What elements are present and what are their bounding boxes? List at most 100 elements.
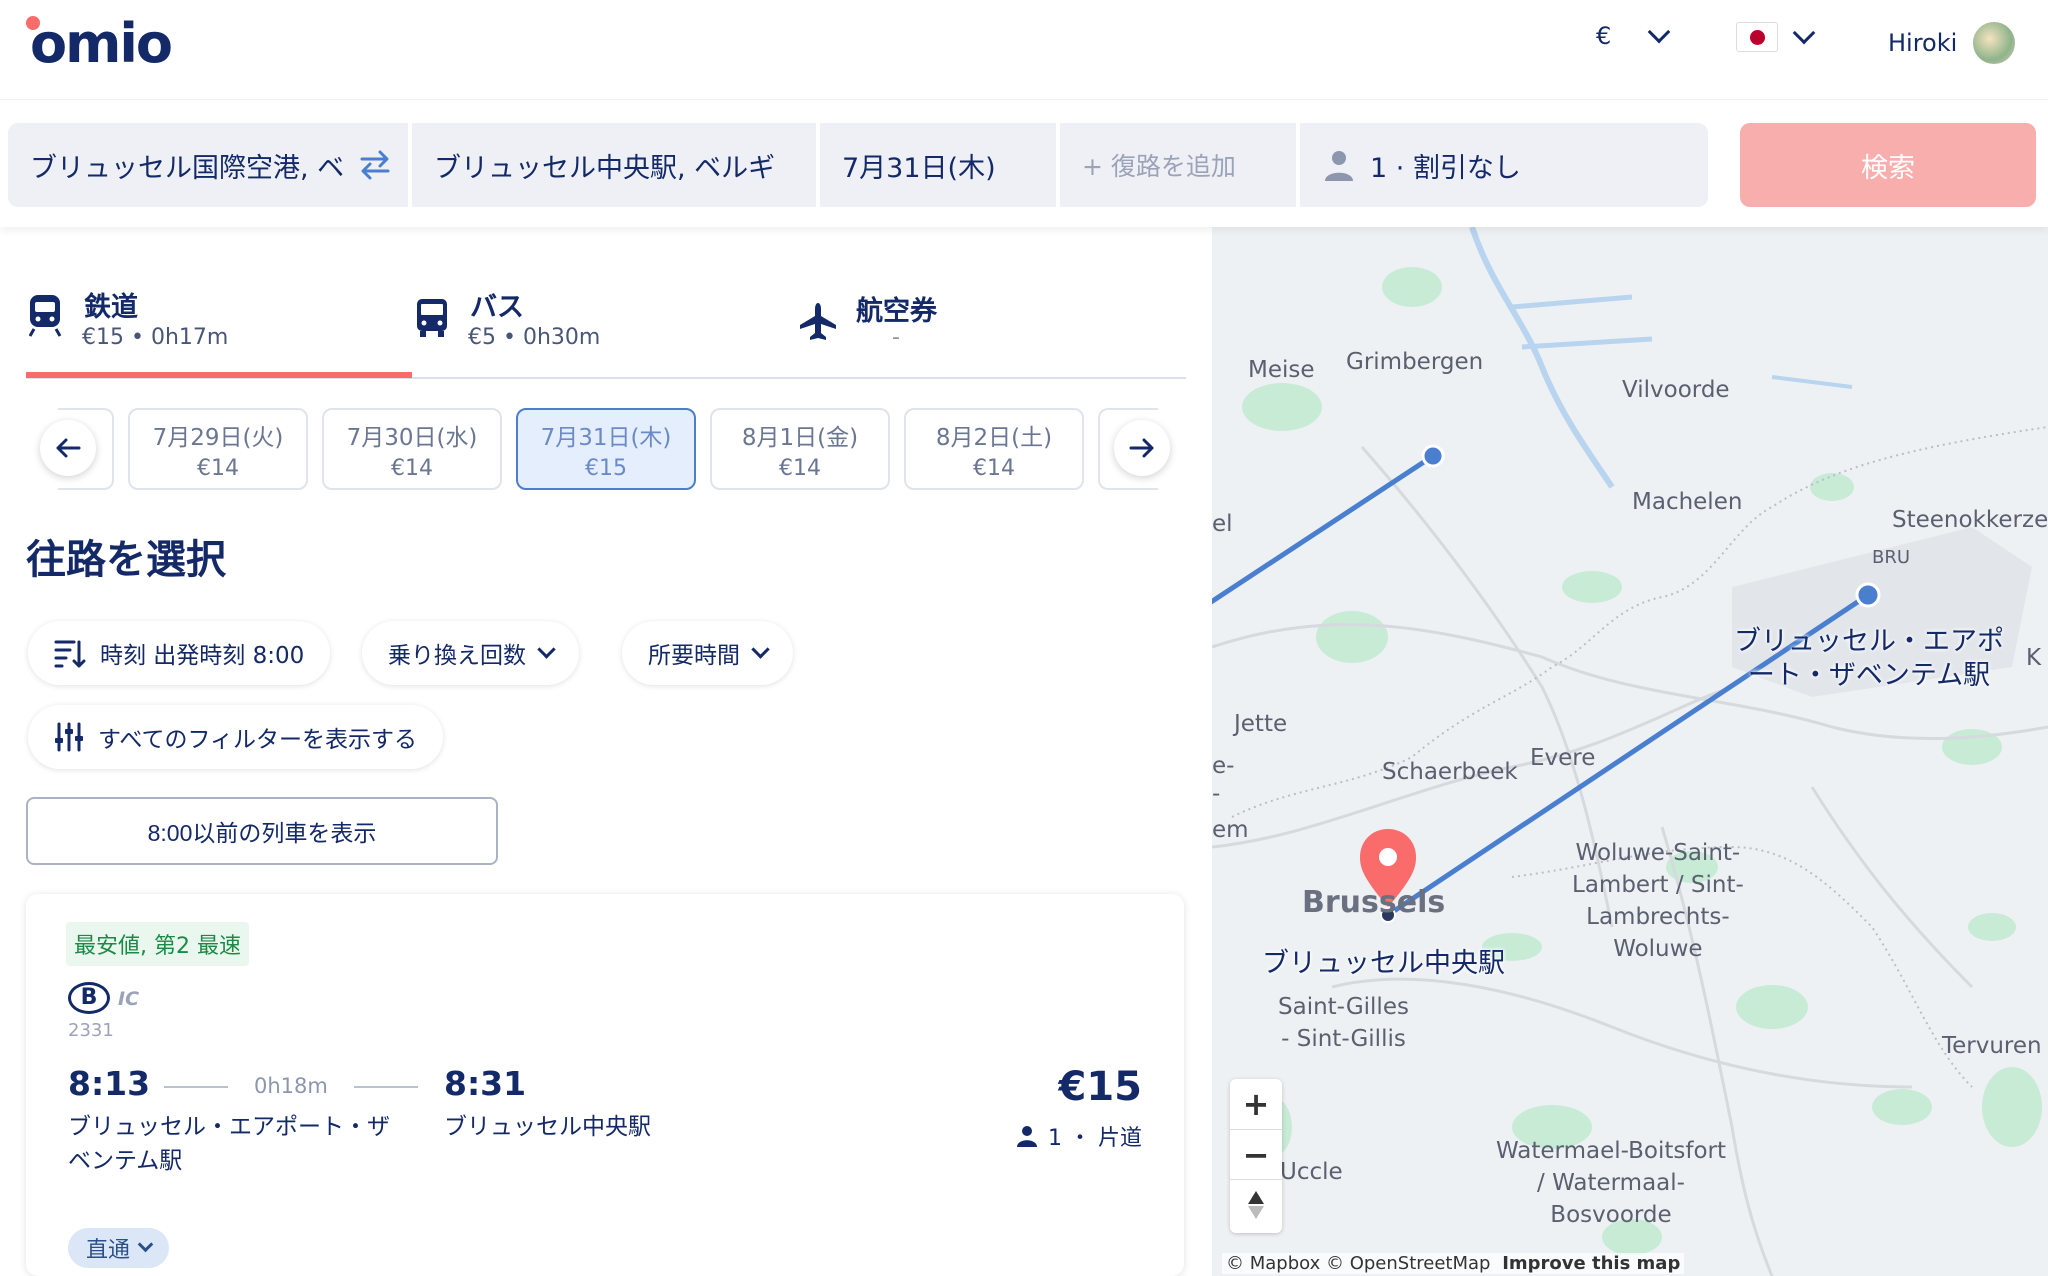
origin-marker xyxy=(1855,582,1881,608)
all-filters-label: すべてのフィルターを表示する xyxy=(98,727,418,753)
tab-flight[interactable]: 航空券 - xyxy=(798,285,1168,369)
user-name: Hiroki xyxy=(1888,29,1958,57)
departure-date-field[interactable]: 7月31日(木) xyxy=(820,123,1056,207)
chevron-down-icon xyxy=(751,639,770,659)
date-card[interactable]: 7月29日(火) €14 xyxy=(128,408,308,490)
train-icon xyxy=(28,295,62,337)
passengers-field[interactable]: 1 · 割引なし xyxy=(1300,123,1708,207)
zoom-in-button[interactable]: + xyxy=(1230,1079,1282,1129)
currency-selector[interactable]: € xyxy=(1596,20,1671,50)
compass-button[interactable] xyxy=(1230,1179,1282,1229)
tab-bus[interactable]: バス €5 • 0h30m xyxy=(414,285,784,369)
sort-icon xyxy=(54,640,86,668)
map-label: Tervuren xyxy=(1942,1033,2042,1059)
next-dates-button[interactable] xyxy=(1114,420,1170,476)
person-icon xyxy=(1325,151,1353,181)
origin-value: ブリュッセル国際空港, ベ xyxy=(30,152,345,184)
omio-logo[interactable]: omio xyxy=(30,12,173,75)
date-price: €14 xyxy=(391,456,433,481)
map-label: Steenokkerze xyxy=(1892,507,2048,533)
compass-icon xyxy=(1248,1190,1264,1219)
show-earlier-trains-button[interactable]: 8:00以前の列車を表示 xyxy=(26,797,498,865)
central-station-label: ブリュッセル中央駅 xyxy=(1262,948,1505,979)
all-filters-button[interactable]: すべてのフィルターを表示する xyxy=(28,705,444,769)
direct-dropdown[interactable]: 直通 xyxy=(68,1228,170,1268)
sort-button[interactable]: 時刻 出発時刻 8:00 xyxy=(28,621,331,685)
swap-icon[interactable] xyxy=(358,147,392,181)
arrow-right-icon xyxy=(1129,438,1154,458)
tab-bus-sub: €5 • 0h30m xyxy=(468,325,601,350)
date-card[interactable]: 8月1日(金) €14 xyxy=(710,408,890,490)
airplane-icon xyxy=(800,303,836,340)
search-button[interactable]: 検索 xyxy=(1740,123,2036,207)
japan-flag-icon xyxy=(1736,22,1778,52)
duration-line xyxy=(354,1086,418,1088)
train-number: 2331 xyxy=(68,1020,114,1041)
chevron-down-icon xyxy=(1647,20,1671,44)
destination-value: ブリュッセル中央駅, ベルギ xyxy=(434,152,776,184)
results-panel: 鉄道 €15 • 0h17m バス €5 • 0h30m 航空券 - 7月29日… xyxy=(0,227,1212,1276)
currency-label: € xyxy=(1596,22,1612,50)
origin-field[interactable]: ブリュッセル国際空港, ベ xyxy=(8,123,408,207)
tab-train-sub: €15 • 0h17m xyxy=(82,325,229,350)
return-date-field[interactable]: + 復路を追加 xyxy=(1060,123,1296,207)
map-label: em xyxy=(1212,817,1249,843)
attribution-text[interactable]: © Mapbox © OpenStreetMap xyxy=(1226,1253,1490,1274)
tab-train[interactable]: 鉄道 €15 • 0h17m xyxy=(26,285,412,369)
map-label: Brussels xyxy=(1302,885,1446,920)
airport-station-label: ブリュッセル・エアポ ート・ザベンテム駅 xyxy=(1734,626,2004,691)
map-label: Watermael-Boitsfort / Watermaal- Bosvoor… xyxy=(1496,1138,1726,1228)
date-card-selected[interactable]: 7月31日(木) €15 xyxy=(516,408,696,490)
active-tab-indicator xyxy=(26,372,412,378)
language-selector[interactable] xyxy=(1736,21,1816,52)
chevron-down-icon xyxy=(537,639,556,659)
map-label: Machelen xyxy=(1632,489,1743,515)
return-placeholder: + 復路を追加 xyxy=(1082,152,1236,181)
date-price: €15 xyxy=(585,456,627,481)
passengers-value: 1 · 割引なし xyxy=(1370,152,1521,184)
duration-line xyxy=(164,1086,228,1088)
previous-dates-button[interactable] xyxy=(40,420,96,476)
person-icon xyxy=(1017,1126,1038,1147)
tab-flight-title: 航空券 xyxy=(856,296,937,327)
map-label: K xyxy=(2026,645,2042,671)
duration-filter[interactable]: 所要時間 xyxy=(622,621,793,685)
sort-label: 時刻 出発時刻 8:00 xyxy=(100,643,305,669)
train-type: IC xyxy=(118,988,140,1010)
map-label: Schaerbeek xyxy=(1382,759,1518,785)
map-label: - xyxy=(1212,781,1221,807)
destination-field[interactable]: ブリュッセル中央駅, ベルギ xyxy=(412,123,816,207)
best-badge: 最安値, 第2 最速 xyxy=(66,922,249,966)
date-label: 7月30日(水) xyxy=(346,425,478,451)
transfers-filter[interactable]: 乗り換え回数 xyxy=(362,621,579,685)
date-price: €14 xyxy=(973,456,1015,481)
header: omio € Hiroki xyxy=(0,0,2048,100)
improve-map-link[interactable]: Improve this map xyxy=(1502,1253,1680,1274)
journey-result-card[interactable]: 最安値, 第2 最速 B IC 2331 8:13 0h18m 8:31 ブリュ… xyxy=(26,894,1184,1276)
departure-date-value: 7月31日(木) xyxy=(842,152,996,184)
direct-label: 直通 xyxy=(86,1238,131,1263)
date-card[interactable]: 8月2日(土) €14 xyxy=(904,408,1084,490)
map-label: Vilvoorde xyxy=(1622,377,1730,403)
avatar xyxy=(1971,20,2018,66)
arrival-station: ブリュッセル中央駅 xyxy=(444,1114,651,1140)
date-label: 7月31日(木) xyxy=(540,425,672,451)
map-label: Saint-Gilles - Sint-Gillis xyxy=(1278,994,1409,1052)
map-label: Woluwe-Saint- Lambert / Sint- Lambrechts… xyxy=(1572,840,1744,962)
date-label: 8月1日(金) xyxy=(741,425,859,451)
route-map[interactable]: Meise Grimbergen Vilvoorde Machelen Stee… xyxy=(1212,227,2048,1276)
sliders-icon xyxy=(55,722,83,752)
user-menu[interactable]: Hiroki xyxy=(1888,20,2018,66)
departure-time: 8:13 xyxy=(68,1064,151,1103)
duration-label: 所要時間 xyxy=(648,643,740,669)
map-label: el xyxy=(1212,511,1233,537)
arrow-left-icon xyxy=(56,438,81,458)
tab-bus-title: バス xyxy=(470,292,524,323)
date-card[interactable]: 7月30日(水) €14 xyxy=(322,408,502,490)
zoom-out-button[interactable]: − xyxy=(1230,1129,1282,1179)
map-label: e- xyxy=(1212,753,1235,779)
chevron-down-icon xyxy=(137,1236,154,1252)
passenger-text: 1 ・ 片道 xyxy=(1048,1126,1142,1151)
date-price: €14 xyxy=(779,456,821,481)
journey-duration: 0h18m xyxy=(254,1074,328,1098)
